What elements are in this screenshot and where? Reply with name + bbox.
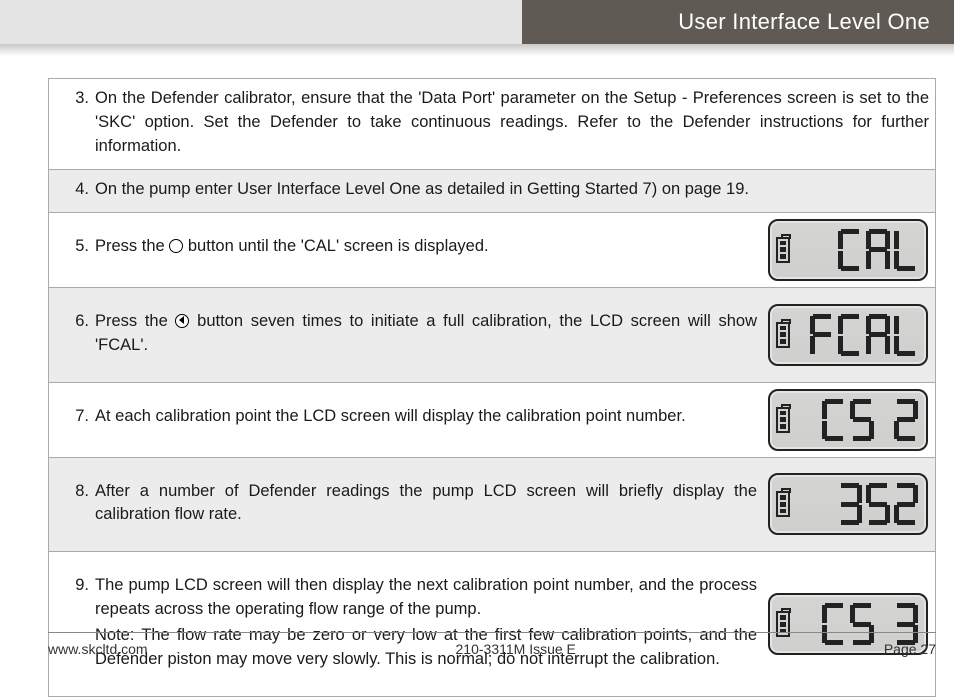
step-number: 8.: [49, 458, 95, 552]
step-row: 6.Press the button seven times to initia…: [49, 288, 935, 383]
lcd-cell: [763, 288, 935, 382]
footer-issue: 210-3311M Issue E: [456, 641, 576, 657]
step-text: Press the button seven times to initiate…: [95, 288, 763, 382]
step-number: 5.: [49, 213, 95, 287]
step-text: The pump LCD screen will then display th…: [95, 552, 763, 696]
lcd-digits: [796, 312, 918, 358]
step-number: 6.: [49, 288, 95, 382]
page-title: User Interface Level One: [522, 0, 954, 44]
page-footer: www.skcltd.com 210-3311M Issue E Page 27: [48, 632, 936, 657]
lcd-digits: [796, 227, 918, 273]
battery-icon: [776, 491, 790, 517]
step-number: 4.: [49, 170, 95, 212]
step-text: Press the button until the 'CAL' screen …: [95, 213, 763, 287]
battery-icon: [776, 407, 790, 433]
circle-button-icon: [169, 239, 183, 253]
lcd-display: [768, 304, 928, 366]
step-row: 8.After a number of Defender readings th…: [49, 458, 935, 553]
lcd-cell: [763, 552, 935, 696]
step-row: 7.At each calibration point the LCD scre…: [49, 383, 935, 458]
left-button-icon: [175, 314, 189, 328]
instruction-table: 3.On the Defender calibrator, ensure tha…: [48, 78, 936, 697]
footer-page: Page 27: [884, 641, 936, 657]
battery-icon: [776, 237, 790, 263]
lcd-display: [768, 219, 928, 281]
step-number: 3.: [49, 79, 95, 169]
footer-url: www.skcltd.com: [48, 641, 148, 657]
step-number: 7.: [49, 383, 95, 457]
lcd-display: [768, 389, 928, 451]
step-number: 9.: [49, 552, 95, 696]
title-spacer: [0, 0, 522, 44]
battery-icon: [776, 322, 790, 348]
step-text: On the pump enter User Interface Level O…: [95, 170, 935, 212]
step-text: After a number of Defender readings the …: [95, 458, 763, 552]
lcd-cell: [763, 458, 935, 552]
title-bar: User Interface Level One: [0, 0, 954, 44]
lcd-digits: [796, 481, 918, 527]
lcd-cell: [763, 383, 935, 457]
step-row: 5.Press the button until the 'CAL' scree…: [49, 213, 935, 288]
step-text: At each calibration point the LCD screen…: [95, 383, 763, 457]
lcd-cell: [763, 213, 935, 287]
step-row: 4.On the pump enter User Interface Level…: [49, 170, 935, 213]
title-gradient: [0, 44, 954, 56]
step-row: 9.The pump LCD screen will then display …: [49, 552, 935, 696]
lcd-display: [768, 473, 928, 535]
lcd-digits: [796, 397, 918, 443]
step-row: 3.On the Defender calibrator, ensure tha…: [49, 79, 935, 170]
step-text: On the Defender calibrator, ensure that …: [95, 79, 935, 169]
